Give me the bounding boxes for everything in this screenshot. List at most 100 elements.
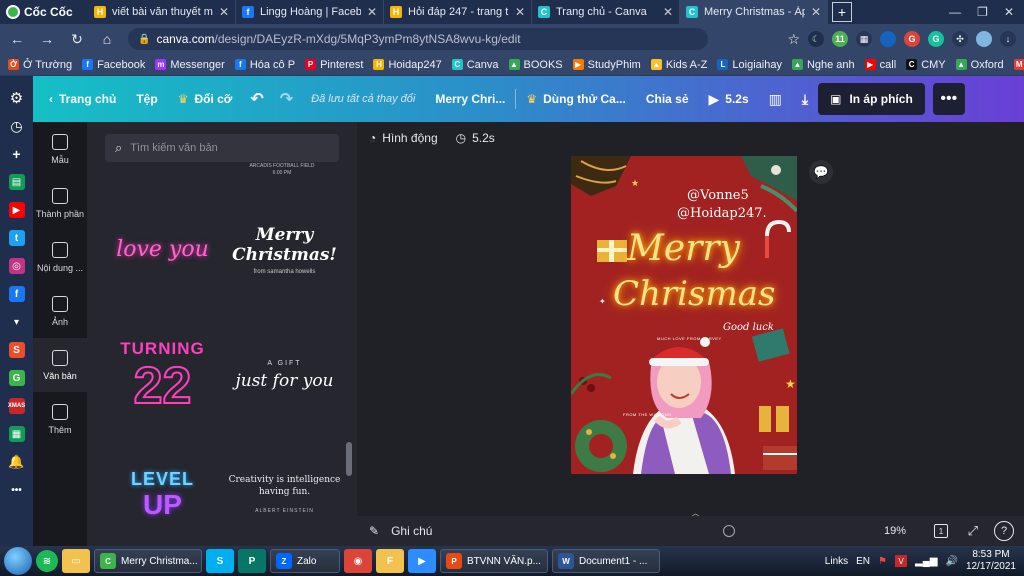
- xmas-icon[interactable]: XMAS: [8, 398, 25, 414]
- home-button[interactable]: ‹ Trang chủ: [33, 76, 126, 122]
- tab-close-icon[interactable]: ✕: [515, 5, 525, 19]
- bookmark-item[interactable]: C CMY: [906, 59, 946, 71]
- rail-item[interactable]: Thành phần: [33, 176, 87, 230]
- play-button[interactable]: ▶ 5.2s: [699, 76, 759, 122]
- poster-much-love[interactable]: MUCH LOVE FROM HARVEY: [657, 336, 722, 341]
- window-minimize-icon[interactable]: —: [949, 5, 961, 19]
- youtube-icon[interactable]: ▶: [8, 202, 25, 218]
- fullscreen-icon[interactable]: ⤢: [968, 523, 978, 539]
- bookmark-item[interactable]: ▲ Oxford: [955, 59, 1004, 71]
- network-tray-icon[interactable]: ▂▄▆: [915, 556, 937, 567]
- bookmark-item[interactable]: MMt: [1013, 59, 1024, 71]
- file-explorer-icon[interactable]: ▭: [62, 549, 90, 573]
- start-button[interactable]: [4, 547, 32, 575]
- taskbar-app[interactable]: C Merry Christma...: [94, 549, 202, 573]
- reload-icon[interactable]: ↻: [68, 31, 86, 48]
- page-count-button[interactable]: 1: [934, 524, 948, 538]
- facebook-icon[interactable]: f: [8, 286, 25, 302]
- taskbar-app[interactable]: W Document1 - ...: [552, 549, 660, 573]
- share-button[interactable]: Chia sẻ: [636, 76, 699, 122]
- vpn-tray-icon[interactable]: V: [895, 555, 908, 567]
- flag-tray-icon[interactable]: ⚑: [878, 556, 887, 567]
- extension-badge-icon[interactable]: 11: [832, 31, 848, 47]
- download-icon[interactable]: ↓: [1000, 31, 1016, 47]
- template-fragment-top[interactable]: ARCADIS FOOTBALL FIELD 6:00 PM: [227, 160, 337, 180]
- google-extension-icon[interactable]: G: [904, 31, 920, 47]
- try-pro-button[interactable]: ♛ Dùng thử Ca...: [516, 76, 635, 122]
- print-poster-button[interactable]: ▣ In áp phích: [818, 83, 925, 115]
- file-menu-button[interactable]: Tệp: [126, 76, 167, 122]
- bookmark-item[interactable]: f Facebook: [82, 59, 145, 71]
- instagram-icon[interactable]: ◎: [8, 258, 25, 274]
- undo-button[interactable]: ↶: [242, 76, 271, 122]
- template-gift[interactable]: A GIFT just for you: [227, 318, 342, 433]
- bookmark-item[interactable]: H Hoidap247: [373, 59, 442, 71]
- notes-icon[interactable]: ✎: [369, 524, 379, 538]
- text-search-box[interactable]: ⌕: [105, 134, 339, 162]
- rail-item[interactable]: Ảnh: [33, 284, 87, 338]
- language-indicator[interactable]: EN: [856, 556, 870, 567]
- text-search-input[interactable]: [130, 142, 321, 154]
- browser-tab[interactable]: C Merry Christmas - Áp p ✕: [680, 0, 828, 24]
- taskbar-app[interactable]: Z Zalo: [270, 549, 340, 573]
- more-options-button[interactable]: •••: [932, 83, 965, 115]
- forward-icon[interactable]: →: [38, 31, 56, 47]
- shopee-icon[interactable]: S: [8, 342, 25, 358]
- poster-from-the[interactable]: FROM THE WILSONS: [623, 412, 671, 417]
- more-dots-icon[interactable]: •••: [9, 482, 25, 498]
- home-icon[interactable]: ⌂: [98, 31, 116, 47]
- browser-tab[interactable]: f Lingg Hoàng | Facebo ✕: [236, 0, 384, 24]
- bookmark-item[interactable]: ▲ BOOKS: [508, 59, 563, 71]
- template-quote[interactable]: Creativity is intelligence having fun. A…: [227, 444, 342, 544]
- add-icon[interactable]: +: [9, 146, 25, 162]
- rail-item[interactable]: Văn bản: [33, 338, 87, 392]
- download-button[interactable]: ⤓: [792, 76, 818, 122]
- animate-button[interactable]: ◔ Hình động: [369, 131, 438, 145]
- poster-goodluck[interactable]: Good luck: [723, 322, 774, 333]
- template-love-you[interactable]: love you: [105, 192, 220, 307]
- settings-gear-icon[interactable]: ⚙: [9, 90, 25, 107]
- bookmark-item[interactable]: ▲ Nghe anh: [791, 59, 855, 71]
- help-button[interactable]: ?: [994, 521, 1014, 541]
- zoom-icon[interactable]: ▶: [408, 549, 436, 573]
- rail-item[interactable]: Mẫu: [33, 122, 87, 176]
- notification-bell-icon[interactable]: 🔔: [8, 454, 24, 470]
- tab-close-icon[interactable]: ✕: [811, 5, 821, 19]
- volume-tray-icon[interactable]: 🔊: [945, 556, 957, 567]
- spotify-icon[interactable]: ≋: [36, 550, 58, 572]
- skype-icon[interactable]: S: [206, 549, 234, 573]
- grid-extension-icon[interactable]: ▦: [856, 31, 872, 47]
- back-icon[interactable]: ←: [8, 31, 26, 47]
- chevron-down-icon[interactable]: ▾: [9, 314, 25, 330]
- star-icon[interactable]: ☆: [787, 31, 800, 48]
- tab-close-icon[interactable]: ✕: [367, 5, 377, 19]
- zoom-level[interactable]: 19%: [884, 516, 906, 546]
- template-merry-christmas[interactable]: Merry Christmas! from samantha howells: [227, 192, 342, 307]
- notes-button[interactable]: Ghi chú: [391, 524, 432, 538]
- poster-christmas[interactable]: Chrismas: [613, 274, 775, 314]
- moon-icon[interactable]: ☾: [808, 31, 824, 47]
- design-canvas[interactable]: ✦ ✦ ✦ ★ ★: [571, 156, 797, 474]
- chrome-icon[interactable]: ◉: [344, 549, 372, 573]
- insights-button[interactable]: ▥: [759, 76, 792, 122]
- duration-button[interactable]: ◷ 5.2s: [456, 131, 495, 145]
- profile-avatar-icon[interactable]: [976, 31, 992, 47]
- f-app-icon[interactable]: F: [376, 549, 404, 573]
- spreadsheet-icon[interactable]: ▦: [8, 426, 25, 442]
- window-maximize-icon[interactable]: ❐: [977, 5, 988, 19]
- rail-item[interactable]: Thêm: [33, 392, 87, 446]
- game-icon[interactable]: G: [8, 370, 25, 386]
- puzzle-icon[interactable]: ✣: [952, 31, 968, 47]
- rail-item[interactable]: Nội dung ...: [33, 230, 87, 284]
- taskbar-app[interactable]: P BTVNN VĂN.p...: [440, 549, 548, 573]
- bookmark-item[interactable]: L Loigiaihay: [717, 59, 782, 71]
- redo-button[interactable]: ↷: [272, 76, 301, 122]
- dot-extension-icon[interactable]: [880, 31, 896, 47]
- poster-handle-2[interactable]: @Hoidap247.: [677, 206, 767, 221]
- publisher-icon[interactable]: P: [238, 549, 266, 573]
- clock[interactable]: 8:53 PM 12/17/2021: [966, 549, 1016, 573]
- new-tab-button[interactable]: +: [832, 2, 852, 22]
- panel-scrollbar[interactable]: [346, 442, 352, 476]
- browser-tab[interactable]: C Trang chủ - Canva ✕: [532, 0, 680, 24]
- template-level-up[interactable]: LEVEL UP: [105, 444, 220, 544]
